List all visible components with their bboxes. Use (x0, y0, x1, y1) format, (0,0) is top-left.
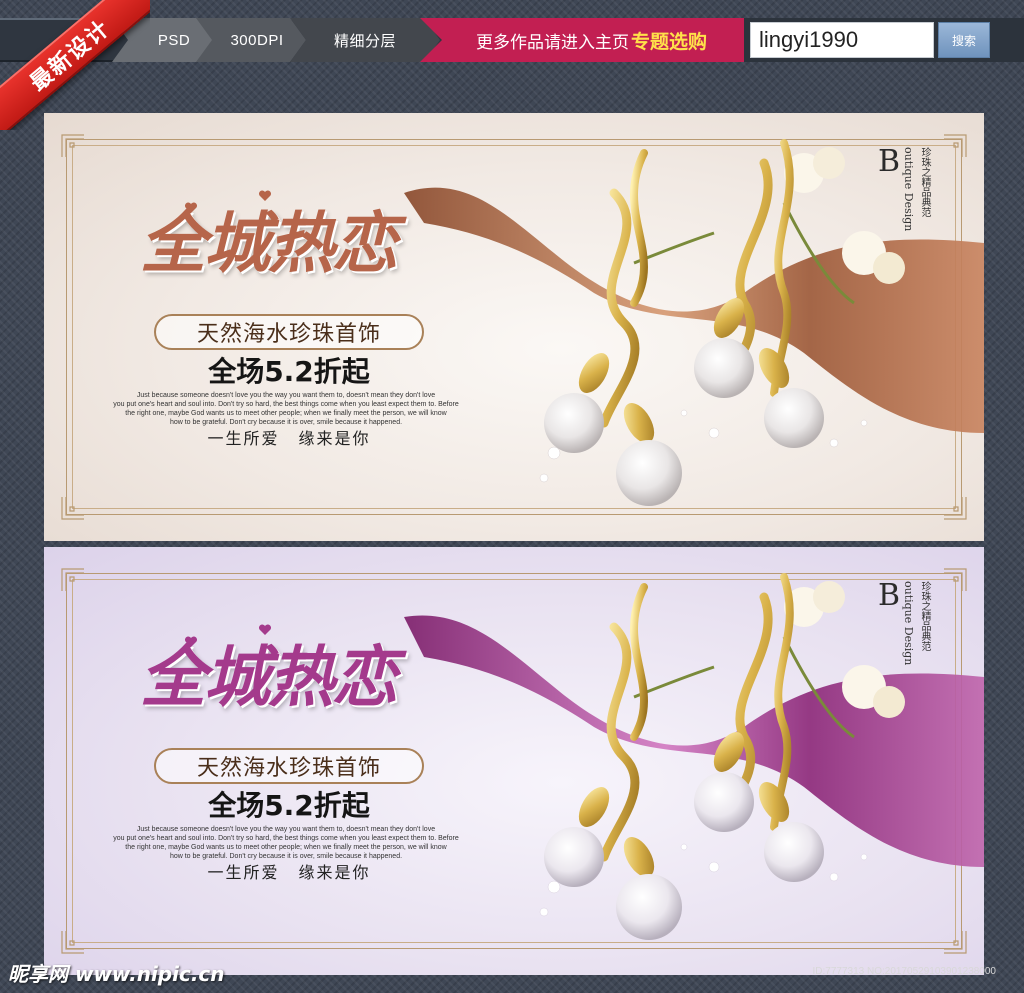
tagline: 一生所爱 缘来是你 (207, 429, 371, 448)
corner-ornament-icon (60, 929, 86, 955)
boutique-badge: B outique Design 珍珠之精品典范 (878, 578, 930, 691)
id-watermark: ID:7777313 NO:20170529103901238000 (812, 966, 997, 977)
badge-letter: B (878, 578, 901, 613)
tag-dpi: 300DPI (196, 18, 306, 62)
english-paragraph: Just because someone doesn't love you th… (106, 391, 466, 427)
badge-word: outique Design (902, 147, 916, 232)
promo-highlight: 专题选购 (630, 30, 707, 53)
banner-purple: 全城热恋 天然海水珍珠首饰 全场5.2折起 Just because someo… (44, 547, 984, 975)
search-bar: 搜索 (744, 18, 1024, 62)
top-toolbar: PSD 300DPI 精细分层 更多作品请进入主页 专题选购 搜索 (0, 0, 1024, 78)
corner-ornament-icon (60, 495, 86, 521)
english-line: you put one's heart and soul into. Don't… (113, 835, 459, 842)
tag-layers: 精细分层 (290, 18, 440, 62)
search-input[interactable] (750, 22, 934, 58)
badge-letter: B (878, 144, 901, 179)
badge-word: outique Design (902, 581, 916, 666)
heart-icon (184, 636, 198, 647)
subtitle-pill: 天然海水珍珠首饰 (154, 748, 424, 784)
site-watermark: 昵享网 www.nipic.cn (8, 962, 225, 986)
earring-left (544, 149, 682, 506)
ribbon-label: 最新设计 (0, 0, 150, 130)
promo-text: 更多作品请进入主页 (475, 32, 629, 53)
heart-icon (184, 202, 198, 213)
earring-left (544, 583, 682, 940)
subtitle-pill: 天然海水珍珠首饰 (154, 314, 424, 350)
badge-cn: 珍珠之精品典范 (919, 147, 931, 217)
corner-ornament-icon (60, 133, 86, 159)
search-button[interactable]: 搜索 (938, 22, 990, 58)
english-line: Just because someone doesn't love you th… (136, 826, 436, 833)
discount-text: 全场5.2折起 (208, 789, 370, 822)
english-line: Just because someone doesn't love you th… (136, 392, 436, 399)
english-paragraph: Just because someone doesn't love you th… (106, 825, 466, 861)
banner-gold: 全城热恋 天然海水珍珠首饰 全场5.2折起 Just because someo… (44, 113, 984, 541)
english-line: you put one's heart and soul into. Don't… (113, 401, 459, 408)
english-line: the right one, maybe God wants us to mee… (125, 410, 447, 417)
promo-link[interactable]: 更多作品请进入主页 专题选购 (420, 18, 745, 62)
boutique-badge: B outique Design 珍珠之精品典范 (878, 144, 930, 257)
tagline: 一生所爱 缘来是你 (207, 863, 371, 882)
heart-icon (258, 624, 272, 635)
heart-icon (258, 190, 272, 201)
english-line: the right one, maybe God wants us to mee… (125, 844, 447, 851)
corner-ribbon: 最新设计 (0, 0, 150, 130)
badge-cn: 珍珠之精品典范 (919, 581, 931, 651)
discount-text: 全场5.2折起 (208, 355, 370, 388)
corner-ornament-icon (60, 567, 86, 593)
